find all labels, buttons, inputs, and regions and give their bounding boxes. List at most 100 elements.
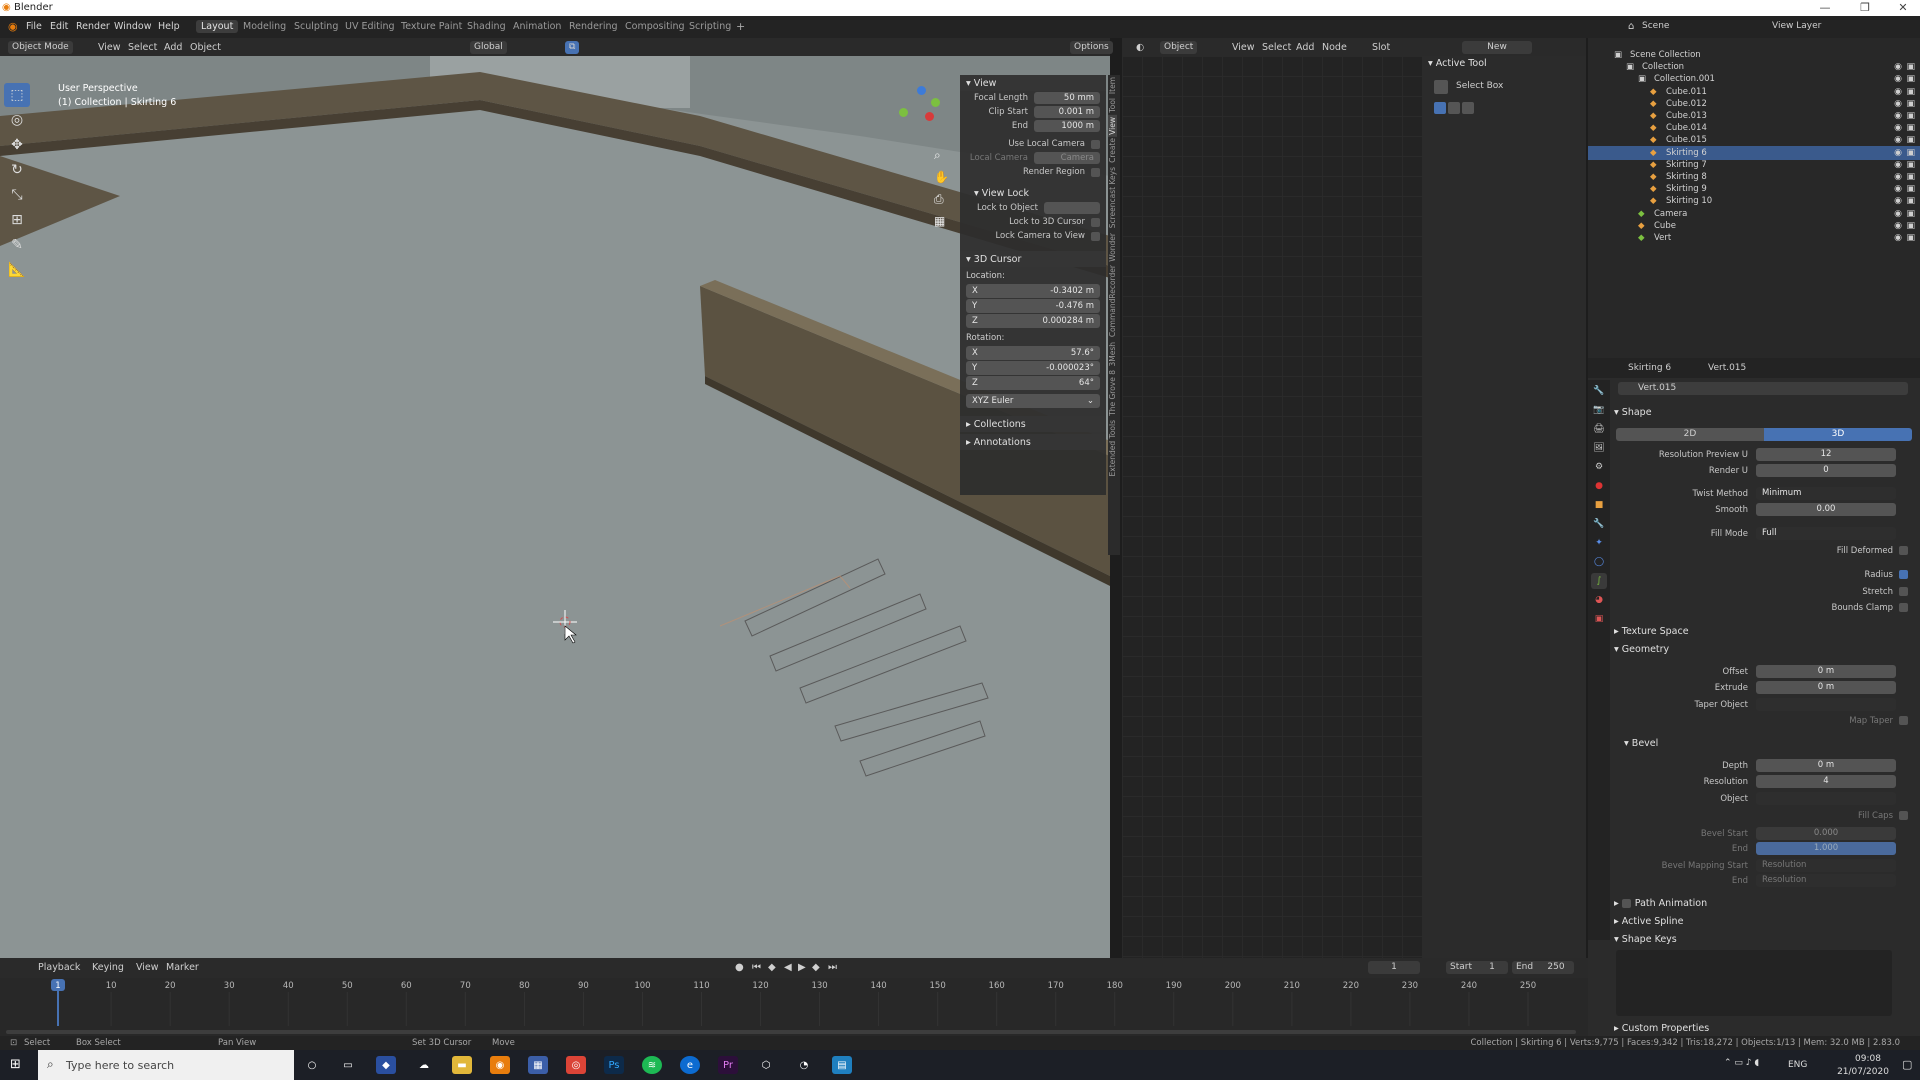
start-frame-field[interactable]: Start 1 <box>1446 961 1508 974</box>
task-view-icon[interactable]: ▭ <box>338 1056 358 1074</box>
tab-the-grove[interactable]: The Grove 8 <box>1108 368 1117 418</box>
texture-space-header[interactable]: ▸ Texture Space <box>1614 623 1914 639</box>
jump-start-icon[interactable]: ⏮ <box>752 962 761 973</box>
menu-edit[interactable]: Edit <box>50 21 68 32</box>
visibility-eye-icon[interactable]: ◉ <box>1894 99 1902 109</box>
curve-data-props-icon[interactable]: ∫ <box>1591 573 1607 589</box>
visibility-eye-icon[interactable]: ◉ <box>1894 111 1902 121</box>
measure-tool-icon[interactable]: 📐 <box>4 258 30 282</box>
tab-item[interactable]: Item <box>1108 75 1117 96</box>
visibility-eye-icon[interactable]: ◉ <box>1894 209 1902 219</box>
system-tray-icons[interactable]: ⌃ ▭ ♪ ◖ <box>1724 1058 1759 1068</box>
stretch-checkbox[interactable] <box>1899 587 1908 596</box>
mapping-end-dropdown[interactable]: Resolution <box>1756 874 1896 887</box>
lock-camera-checkbox[interactable] <box>1091 231 1100 241</box>
render-visibility-icon[interactable]: ▣ <box>1906 172 1915 182</box>
path-animation-header[interactable]: ▸ Path Animation <box>1614 895 1914 911</box>
navigation-gizmo[interactable] <box>895 86 945 136</box>
annotations-section-header[interactable]: ▸ Annotations <box>960 434 1106 450</box>
next-keyframe-icon[interactable]: ◆ <box>812 962 820 973</box>
visibility-eye-icon[interactable]: ◉ <box>1894 74 1902 84</box>
render-visibility-icon[interactable]: ▣ <box>1906 160 1915 170</box>
render-region-checkbox[interactable] <box>1091 167 1100 177</box>
lock-object-field[interactable] <box>1044 202 1100 214</box>
curve-2d-button[interactable]: 2D <box>1616 428 1764 441</box>
render-visibility-icon[interactable]: ▣ <box>1906 99 1915 109</box>
cursor-rot-y-field[interactable]: Y -0.000023° <box>966 361 1100 375</box>
menu-file[interactable]: File <box>26 21 42 32</box>
select-mode-new-icon[interactable] <box>1434 102 1446 114</box>
camera-view-icon[interactable]: ⎙ <box>934 192 944 207</box>
visibility-eye-icon[interactable]: ◉ <box>1894 184 1902 194</box>
cursor-tool-icon[interactable]: ◎ <box>4 108 30 132</box>
active-tool-title[interactable]: ▾ Active Tool <box>1428 58 1487 69</box>
select-menu[interactable]: Select <box>128 42 157 53</box>
timeline-ruler[interactable]: 1 10 20 30 40 50 60 70 80 90 100 110 120 130 140 150 160… <box>0 978 1588 1036</box>
blender-taskbar-icon[interactable]: ◉ <box>490 1056 510 1074</box>
current-frame-field[interactable]: 1 <box>1368 961 1420 974</box>
object-props-icon[interactable]: ■ <box>1591 497 1607 513</box>
language-indicator[interactable]: ENG <box>1788 1060 1807 1070</box>
path-animation-checkbox[interactable] <box>1621 898 1631 908</box>
shape-keys-list[interactable] <box>1616 950 1892 1016</box>
tool-props-icon[interactable]: 🔧 <box>1591 383 1607 399</box>
bevel-object-field[interactable] <box>1756 792 1896 805</box>
end-frame-field[interactable]: End 250 <box>1512 961 1574 974</box>
scale-tool-icon[interactable]: ⤡ <box>4 183 30 207</box>
rotation-mode-dropdown[interactable]: XYZ Euler ⌄ <box>966 394 1100 408</box>
app-icon-2[interactable]: ☁ <box>414 1056 434 1074</box>
select-mode-extend-icon[interactable] <box>1448 102 1460 114</box>
play-icon[interactable]: ▶ <box>798 962 806 973</box>
fill-deformed-checkbox[interactable] <box>1899 546 1908 555</box>
tab-tool[interactable]: Tool <box>1108 96 1117 115</box>
visibility-eye-icon[interactable]: ◉ <box>1894 123 1902 133</box>
visibility-eye-icon[interactable]: ◉ <box>1894 87 1902 97</box>
timeline-view-menu[interactable]: View <box>136 962 159 973</box>
scene-selector[interactable]: Scene <box>1642 21 1669 31</box>
extrude-field[interactable]: 0 m <box>1756 681 1896 694</box>
premiere-icon[interactable]: Pr <box>718 1056 738 1074</box>
tab-screencast-keys[interactable]: Screencast Keys <box>1108 165 1117 230</box>
tab-modeling[interactable]: Modeling <box>238 20 291 33</box>
visibility-eye-icon[interactable]: ◉ <box>1894 148 1902 158</box>
radius-checkbox[interactable] <box>1899 570 1908 579</box>
render-visibility-icon[interactable]: ▣ <box>1906 196 1915 206</box>
render-visibility-icon[interactable]: ▣ <box>1906 148 1915 158</box>
tab-layout[interactable]: Layout <box>196 20 239 33</box>
tab-wonder[interactable]: Wonder <box>1108 231 1117 264</box>
bevel-start-field[interactable]: 0.000 <box>1756 827 1896 840</box>
object-mode-dropdown[interactable]: Object Mode <box>8 41 73 54</box>
view-section-header[interactable]: ▾ View <box>960 75 1106 91</box>
tab-rendering[interactable]: Rendering <box>564 20 623 33</box>
view-lock-header[interactable]: ▾ View Lock <box>960 185 1106 201</box>
tab-command-recorder[interactable]: CommandRecorder <box>1108 263 1117 339</box>
curve-3d-button[interactable]: 3D <box>1764 428 1912 441</box>
node-editor-type-icon[interactable]: ◐ <box>1136 42 1144 53</box>
menu-window[interactable]: Window <box>114 21 151 32</box>
cursor-rot-z-field[interactable]: Z 64° <box>966 376 1100 390</box>
tab-scripting[interactable]: Scripting <box>684 20 736 33</box>
app-icon-3[interactable]: ⬡ <box>756 1056 776 1074</box>
options-dropdown[interactable]: Options <box>1070 41 1113 54</box>
lock-to-cursor-checkbox[interactable] <box>1091 217 1100 227</box>
node-node-menu[interactable]: Node <box>1322 42 1347 53</box>
curve-datablock-field[interactable]: Vert.015 <box>1618 382 1908 395</box>
visibility-eye-icon[interactable]: ◉ <box>1894 160 1902 170</box>
visibility-eye-icon[interactable]: ◉ <box>1894 221 1902 231</box>
app-icon-1[interactable]: ◆ <box>376 1056 396 1074</box>
tab-compositing[interactable]: Compositing <box>620 20 690 33</box>
taper-object-field[interactable] <box>1756 698 1896 711</box>
close-button[interactable]: ✕ <box>1888 1 1918 14</box>
menu-help[interactable]: Help <box>158 21 180 32</box>
select-mode-subtract-icon[interactable] <box>1462 102 1474 114</box>
timeline-scrollbar[interactable] <box>6 1030 1576 1034</box>
visibility-eye-icon[interactable]: ◉ <box>1894 172 1902 182</box>
bevel-end-field[interactable]: 1.000 <box>1756 842 1896 855</box>
world-props-icon[interactable]: ● <box>1591 478 1607 494</box>
visibility-eye-icon[interactable]: ◉ <box>1894 62 1902 72</box>
transform-tool-icon[interactable]: ⊞ <box>4 208 30 232</box>
maximize-button[interactable]: ❐ <box>1850 1 1880 14</box>
shape-section-header[interactable]: ▾ Shape <box>1614 404 1914 420</box>
playback-menu[interactable]: Playback <box>38 962 80 973</box>
custom-properties-header[interactable]: ▸ Custom Properties <box>1614 1020 1914 1036</box>
